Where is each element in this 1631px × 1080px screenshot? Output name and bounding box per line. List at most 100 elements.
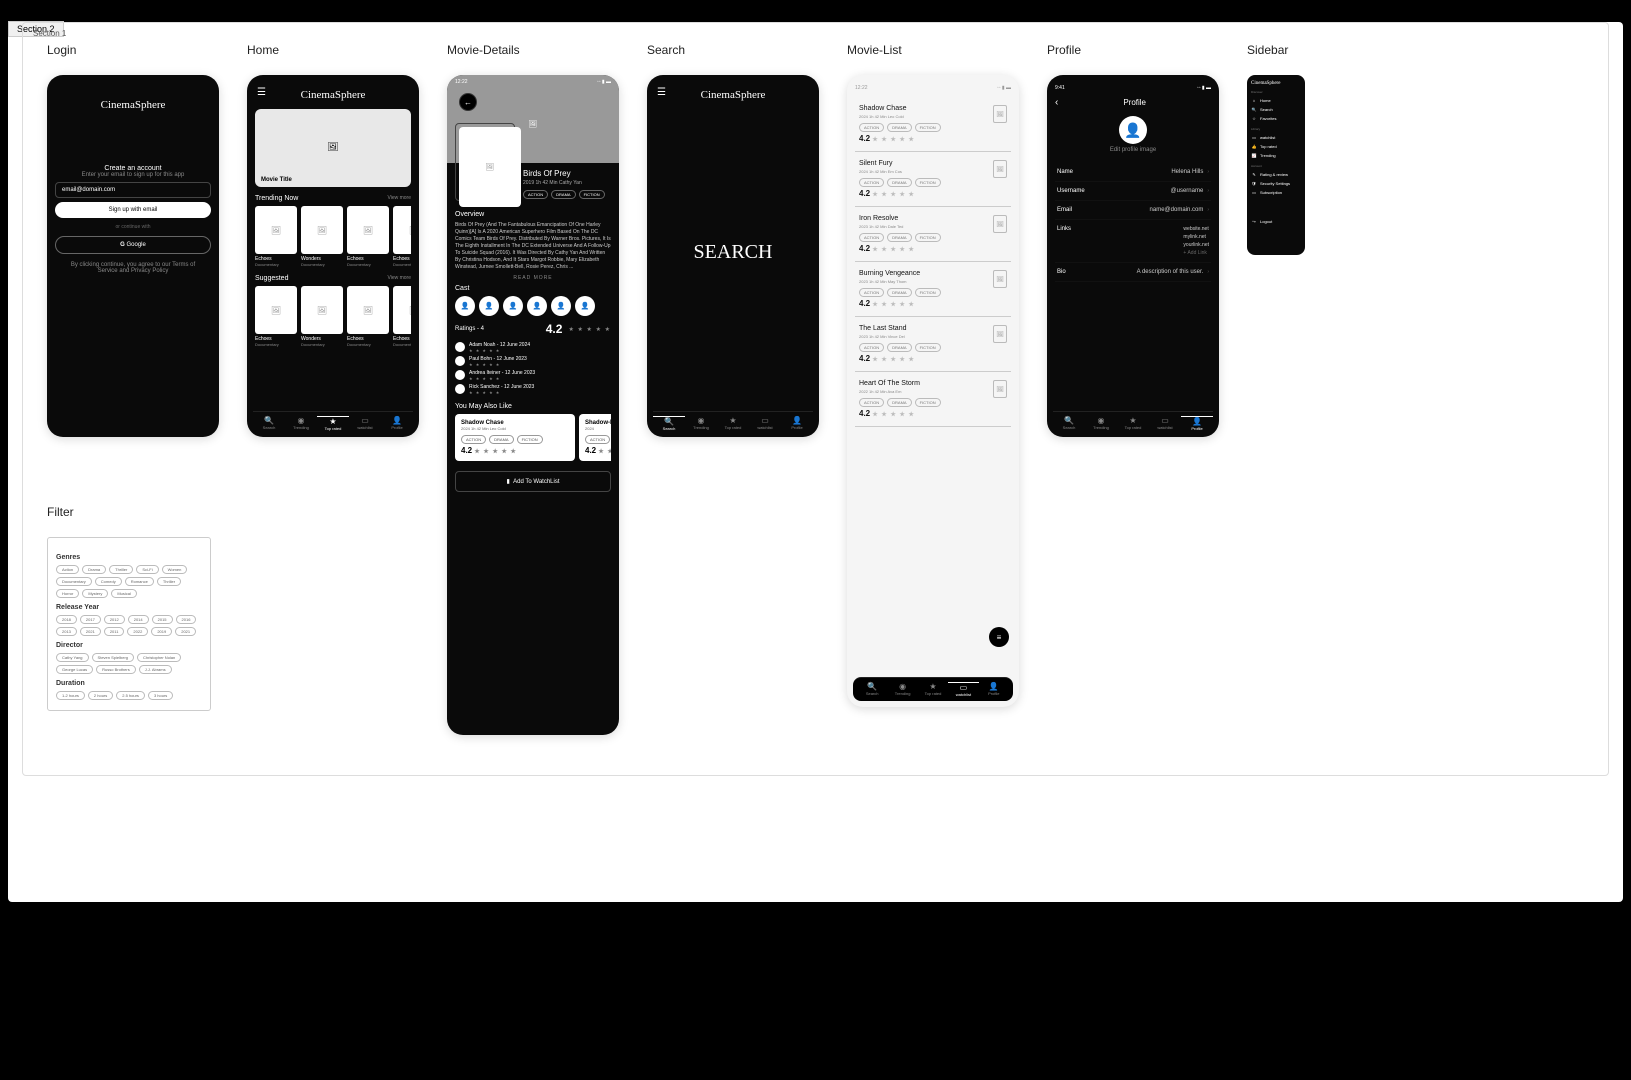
year-chip[interactable]: 2016 [176, 615, 197, 624]
nav-search[interactable]: 🔍Search [653, 416, 685, 431]
cast-avatar[interactable]: 👤 [575, 296, 595, 316]
genre-chip[interactable]: Thriller [157, 577, 181, 586]
profile-row-email[interactable]: Emailname@domain.com› [1055, 201, 1211, 220]
nav-trending[interactable]: ◉Trending [1085, 416, 1117, 431]
movie-list-row[interactable]: The Last Stand2023 1h 42 Min Vince DelAC… [855, 317, 1011, 372]
genre-chip[interactable]: Romance [125, 577, 154, 586]
year-chip[interactable]: 2011 [104, 627, 125, 636]
movie-card[interactable]: 🖼 [255, 286, 297, 334]
cast-avatar[interactable]: 👤 [455, 296, 475, 316]
cast-avatar[interactable]: 👤 [551, 296, 571, 316]
year-chip[interactable]: 2017 [80, 615, 101, 624]
genre-chip[interactable]: Thriller [109, 565, 133, 574]
nav-top rated[interactable]: ★Top rated [317, 416, 349, 431]
nav-search[interactable]: 🔍Search [1053, 416, 1085, 431]
movie-list-row[interactable]: Iron Resolve2023 1h 42 Min Dale TedACTIO… [855, 207, 1011, 262]
director-chip[interactable]: Russo Brothers [96, 665, 136, 674]
profile-row-username[interactable]: Username@username› [1055, 182, 1211, 201]
hero-card[interactable]: 🖼 Movie Title [255, 109, 411, 187]
year-chip[interactable]: 2021 [80, 627, 101, 636]
year-chip[interactable]: 2013 [56, 627, 77, 636]
read-more-button[interactable]: READ MORE [455, 275, 611, 281]
sidebar-item[interactable]: ☆Favorites [1251, 114, 1301, 123]
sidebar-logout[interactable]: ↪Logout [1251, 217, 1301, 226]
google-signin-button[interactable]: G Google [55, 236, 211, 254]
movie-list-row[interactable]: Shadow Chase2024 1h 42 Min Leo ColdACTIO… [855, 97, 1011, 152]
profile-row-links[interactable]: Links website.netmylink.netyourlink.net+… [1055, 220, 1211, 263]
director-chip[interactable]: Cathy Yang [56, 653, 89, 662]
nav-watchlist[interactable]: ▭watchlist [749, 416, 781, 431]
duration-chip[interactable]: 2 hours [88, 691, 113, 700]
movie-card[interactable]: 🖼 [301, 286, 343, 334]
nav-top rated[interactable]: ★Top rated [717, 416, 749, 431]
nav-trending[interactable]: ◉Trending [285, 416, 317, 431]
profile-link[interactable]: website.net [1183, 226, 1209, 232]
nav-search[interactable]: 🔍Search [857, 682, 887, 697]
movie-card[interactable]: 🖼 [393, 286, 411, 334]
view-more-link[interactable]: View more [387, 195, 411, 202]
recommendation-card[interactable]: Shadow Chase2024 1h 42 Min Leo ColdACTIO… [455, 414, 575, 461]
genre-chip[interactable]: Musical [111, 589, 137, 598]
nav-profile[interactable]: 👤Profile [781, 416, 813, 431]
add-watchlist-button[interactable]: ▮ Add To WatchList [455, 471, 611, 492]
nav-trending[interactable]: ◉Trending [685, 416, 717, 431]
director-chip[interactable]: Christopher Nolan [137, 653, 181, 662]
genre-chip[interactable]: Horror [56, 589, 79, 598]
nav-watchlist[interactable]: ▭watchlist [1149, 416, 1181, 431]
sidebar-item[interactable]: 👍Top rated [1251, 142, 1301, 151]
sidebar-item[interactable]: 📈Trending [1251, 151, 1301, 160]
duration-chip[interactable]: 2.5 hours [116, 691, 145, 700]
genre-chip[interactable]: Comedy [95, 577, 122, 586]
director-chip[interactable]: J.J. Abrams [139, 665, 172, 674]
genre-chip[interactable]: Women [162, 565, 188, 574]
email-field[interactable]: email@domain.com [55, 182, 211, 198]
year-chip[interactable]: 2021 [175, 627, 196, 636]
nav-profile[interactable]: 👤Profile [381, 416, 413, 431]
nav-top rated[interactable]: ★Top rated [1117, 416, 1149, 431]
sidebar-item[interactable]: ⌂Home [1251, 96, 1301, 105]
year-chip[interactable]: 2022 [127, 627, 148, 636]
movie-card[interactable]: 🖼 [347, 286, 389, 334]
menu-icon[interactable]: ☰ [657, 87, 666, 98]
movie-card[interactable]: 🖼 [301, 206, 343, 254]
movie-card[interactable]: 🖼 [393, 206, 411, 254]
duration-chip[interactable]: 3 hours [148, 691, 173, 700]
genre-chip[interactable]: Mystery [82, 589, 108, 598]
sidebar-item[interactable]: ✎Rating & review [1251, 170, 1301, 179]
movie-list-row[interactable]: Burning Vengeance2023 1h 42 Min May Thom… [855, 262, 1011, 317]
nav-search[interactable]: 🔍Search [253, 416, 285, 431]
add-link-button[interactable]: + Add Link [1183, 250, 1209, 256]
director-chip[interactable]: Steven Spielberg [92, 653, 134, 662]
profile-link[interactable]: yourlink.net [1183, 242, 1209, 248]
profile-avatar[interactable]: 👤 [1119, 116, 1147, 144]
nav-watchlist[interactable]: ▭watchlist [349, 416, 381, 431]
sidebar-item[interactable]: ▭Subscription [1251, 188, 1301, 197]
sidebar-item[interactable]: 🔍Search [1251, 105, 1301, 114]
nav-top rated[interactable]: ★Top rated [918, 682, 948, 697]
movie-card[interactable]: 🖼 [347, 206, 389, 254]
cast-avatar[interactable]: 👤 [503, 296, 523, 316]
nav-trending[interactable]: ◉Trending [887, 682, 917, 697]
profile-link[interactable]: mylink.net [1183, 234, 1209, 240]
sidebar-item[interactable]: ▭watchlist [1251, 133, 1301, 142]
profile-row-name[interactable]: NameHelena Hills› [1055, 163, 1211, 182]
year-chip[interactable]: 2015 [152, 615, 173, 624]
movie-list-row[interactable]: Heart Of The Storm2022 1h 42 Min Ava EmA… [855, 372, 1011, 427]
genre-chip[interactable]: Documentary [56, 577, 92, 586]
year-chip[interactable]: 2018 [56, 615, 77, 624]
director-chip[interactable]: George Lucas [56, 665, 93, 674]
genre-chip[interactable]: Drama [82, 565, 106, 574]
sidebar-item[interactable]: 🛡Security Settings [1251, 179, 1301, 188]
menu-icon[interactable]: ☰ [257, 87, 266, 98]
genre-chip[interactable]: Action [56, 565, 79, 574]
year-chip[interactable]: 2019 [151, 627, 172, 636]
year-chip[interactable]: 2012 [104, 615, 125, 624]
movie-list-row[interactable]: Silent Fury2024 1h 42 Min Em CosACTIONDR… [855, 152, 1011, 207]
nav-watchlist[interactable]: ▭watchlist [948, 682, 978, 697]
filter-fab[interactable]: ≡ [989, 627, 1009, 647]
back-button[interactable]: ← [459, 93, 477, 111]
duration-chip[interactable]: 1-2 hours [56, 691, 85, 700]
nav-profile[interactable]: 👤Profile [979, 682, 1009, 697]
signup-email-button[interactable]: Sign up with email [55, 202, 211, 218]
year-chip[interactable]: 2014 [128, 615, 149, 624]
